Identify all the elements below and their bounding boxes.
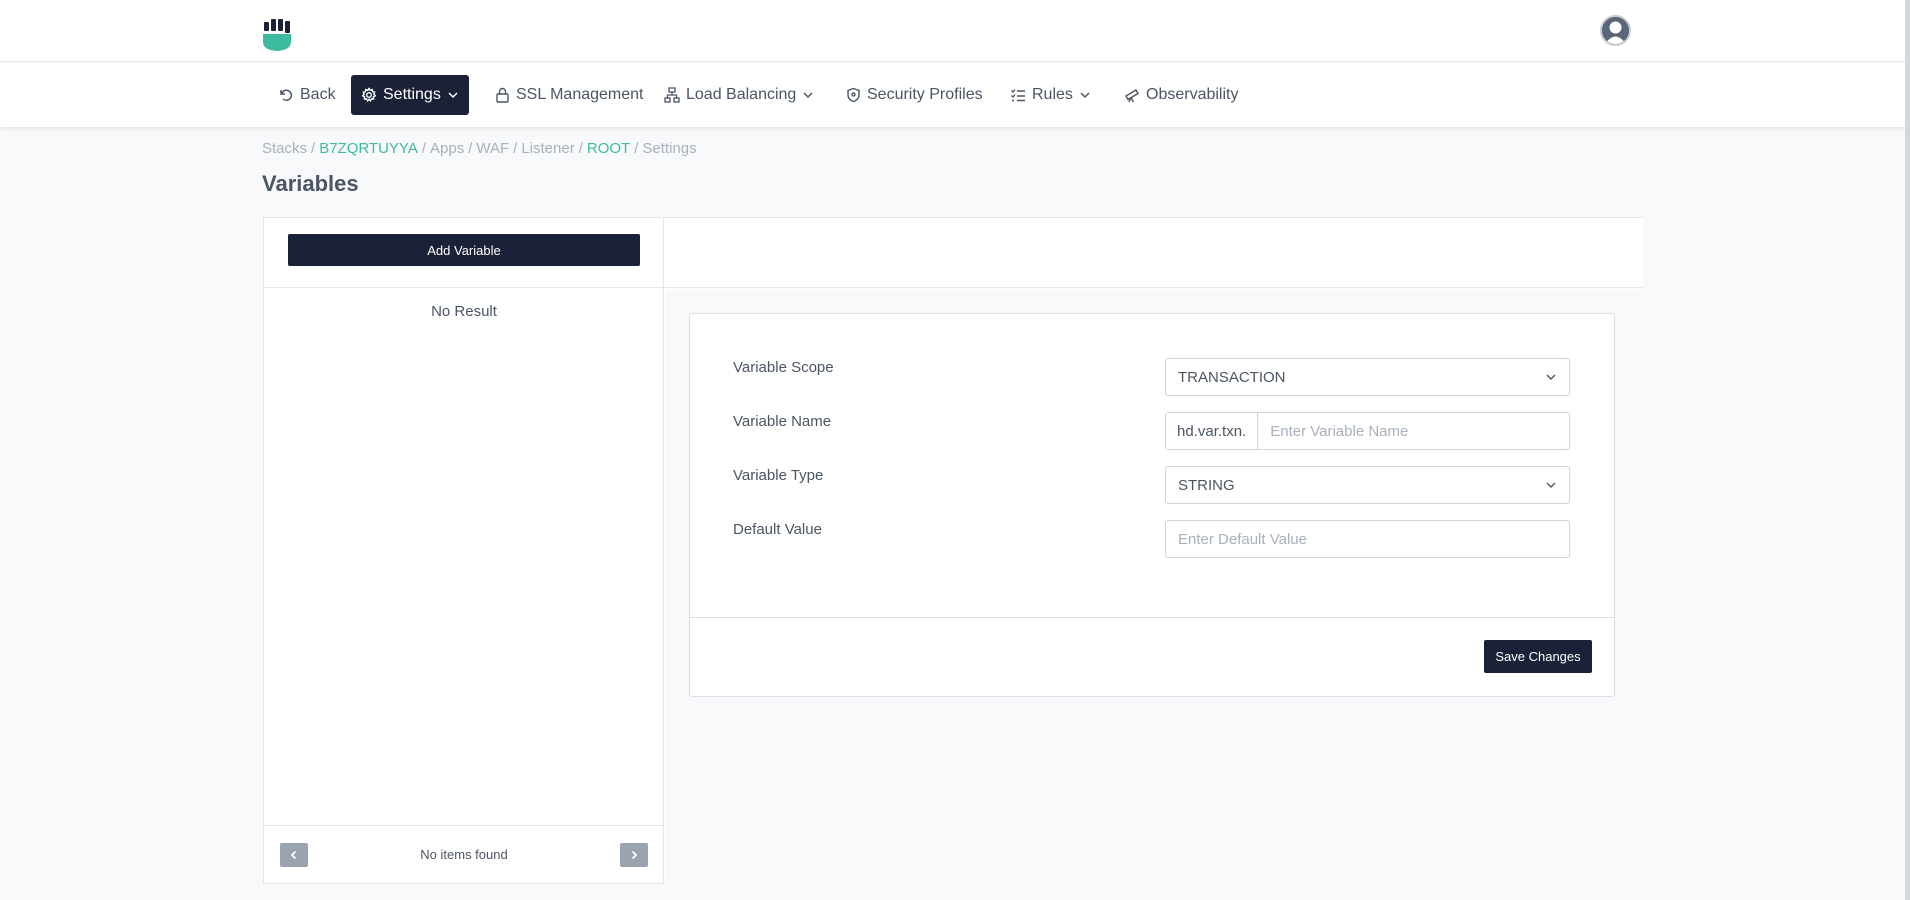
nav-security-profiles[interactable]: Security Profiles: [836, 75, 993, 115]
breadcrumb-separator: /: [578, 140, 583, 157]
add-variable-button[interactable]: Add Variable: [288, 234, 640, 266]
variable-list-column: Add Variable No Result No items found: [264, 218, 664, 883]
fist-shield-logo[interactable]: [262, 18, 292, 52]
default-value-group: [1165, 520, 1570, 558]
nav-rules[interactable]: Rules: [1000, 75, 1101, 115]
default-value-label: Default Value: [733, 521, 822, 538]
telescope-icon: [1125, 89, 1139, 103]
gear-icon: [361, 87, 377, 102]
variable-type-value: STRING: [1178, 476, 1235, 494]
checklist-icon: [1011, 89, 1025, 102]
breadcrumb-separator: /: [421, 140, 426, 157]
form-footer: Save Changes: [690, 617, 1614, 696]
variable-name-prefix: hd.var.txn.: [1166, 413, 1259, 449]
detail-header: [665, 218, 1643, 288]
variable-type-select[interactable]: STRING: [1165, 466, 1570, 504]
page-title: Variables: [262, 171, 359, 196]
nav-label: Back: [300, 86, 336, 103]
pagination-bar: No items found: [264, 825, 664, 883]
breadcrumb-item[interactable]: Listener: [521, 140, 574, 157]
variable-list-header: Add Variable: [264, 218, 664, 288]
chevron-down-icon: [448, 92, 458, 99]
nav-settings[interactable]: Settings: [351, 75, 469, 115]
variable-scope-select[interactable]: TRANSACTION: [1165, 358, 1570, 396]
nav-bar: Back Settings SSL Management Load Balanc…: [0, 63, 1910, 127]
empty-list-message: No Result: [431, 303, 497, 320]
chevron-down-icon: [1546, 482, 1556, 488]
breadcrumb-link[interactable]: ROOT: [587, 140, 630, 157]
variable-type-label: Variable Type: [733, 467, 824, 484]
network-icon: [664, 87, 680, 103]
pagination-status: No items found: [420, 847, 508, 862]
breadcrumb-separator: /: [634, 140, 639, 157]
nav-ssl-management[interactable]: SSL Management: [485, 75, 653, 115]
nav-label: SSL Management: [516, 86, 644, 103]
breadcrumb-separator: /: [513, 140, 518, 157]
lock-icon: [496, 87, 509, 103]
breadcrumb-separator: /: [468, 140, 473, 157]
breadcrumb-item: Settings: [642, 140, 697, 157]
nav-label: Observability: [1146, 86, 1239, 103]
chevron-down-icon: [803, 92, 813, 99]
undo-icon: [280, 89, 293, 102]
variable-scope-value: TRANSACTION: [1178, 368, 1286, 386]
chevron-right-icon: [631, 850, 638, 860]
variable-form: Variable Scope TRANSACTION Variable Name…: [689, 313, 1615, 697]
breadcrumb-separator: /: [311, 140, 316, 157]
shield-icon: [847, 87, 860, 103]
nav-label: Rules: [1032, 86, 1073, 103]
top-bar: [0, 0, 1910, 62]
nav-label: Load Balancing: [686, 86, 797, 103]
variables-panel: Add Variable No Result No items found Va…: [263, 217, 1643, 884]
breadcrumb-item[interactable]: Stacks: [262, 140, 307, 157]
breadcrumb: Stacks / B7ZQRTUYYA / Apps / WAF / Listener / ROOT…: [262, 140, 697, 157]
variable-scope-label: Variable Scope: [733, 359, 834, 376]
nav-observability[interactable]: Observability: [1114, 75, 1248, 115]
breadcrumb-item[interactable]: Apps: [430, 140, 464, 157]
nav-label: Security Profiles: [867, 86, 983, 103]
chevron-down-icon: [1546, 374, 1556, 380]
save-changes-button[interactable]: Save Changes: [1484, 640, 1592, 673]
nav-label: Settings: [383, 86, 441, 103]
nav-load-balancing[interactable]: Load Balancing: [654, 75, 824, 115]
nav-back[interactable]: Back: [268, 75, 346, 115]
chevron-down-icon: [1080, 92, 1090, 99]
variable-name-input[interactable]: [1258, 413, 1569, 449]
variable-name-group: hd.var.txn.: [1165, 412, 1570, 450]
breadcrumb-link[interactable]: B7ZQRTUYYA: [319, 140, 418, 157]
detail-body: Variable Scope TRANSACTION Variable Name…: [665, 289, 1643, 884]
next-page-button[interactable]: [620, 843, 648, 867]
user-avatar-icon[interactable]: [1600, 15, 1631, 46]
breadcrumb-item[interactable]: WAF: [476, 140, 509, 157]
variable-name-label: Variable Name: [733, 413, 832, 430]
default-value-input[interactable]: [1166, 521, 1569, 557]
page-scrollbar[interactable]: [1905, 0, 1910, 900]
